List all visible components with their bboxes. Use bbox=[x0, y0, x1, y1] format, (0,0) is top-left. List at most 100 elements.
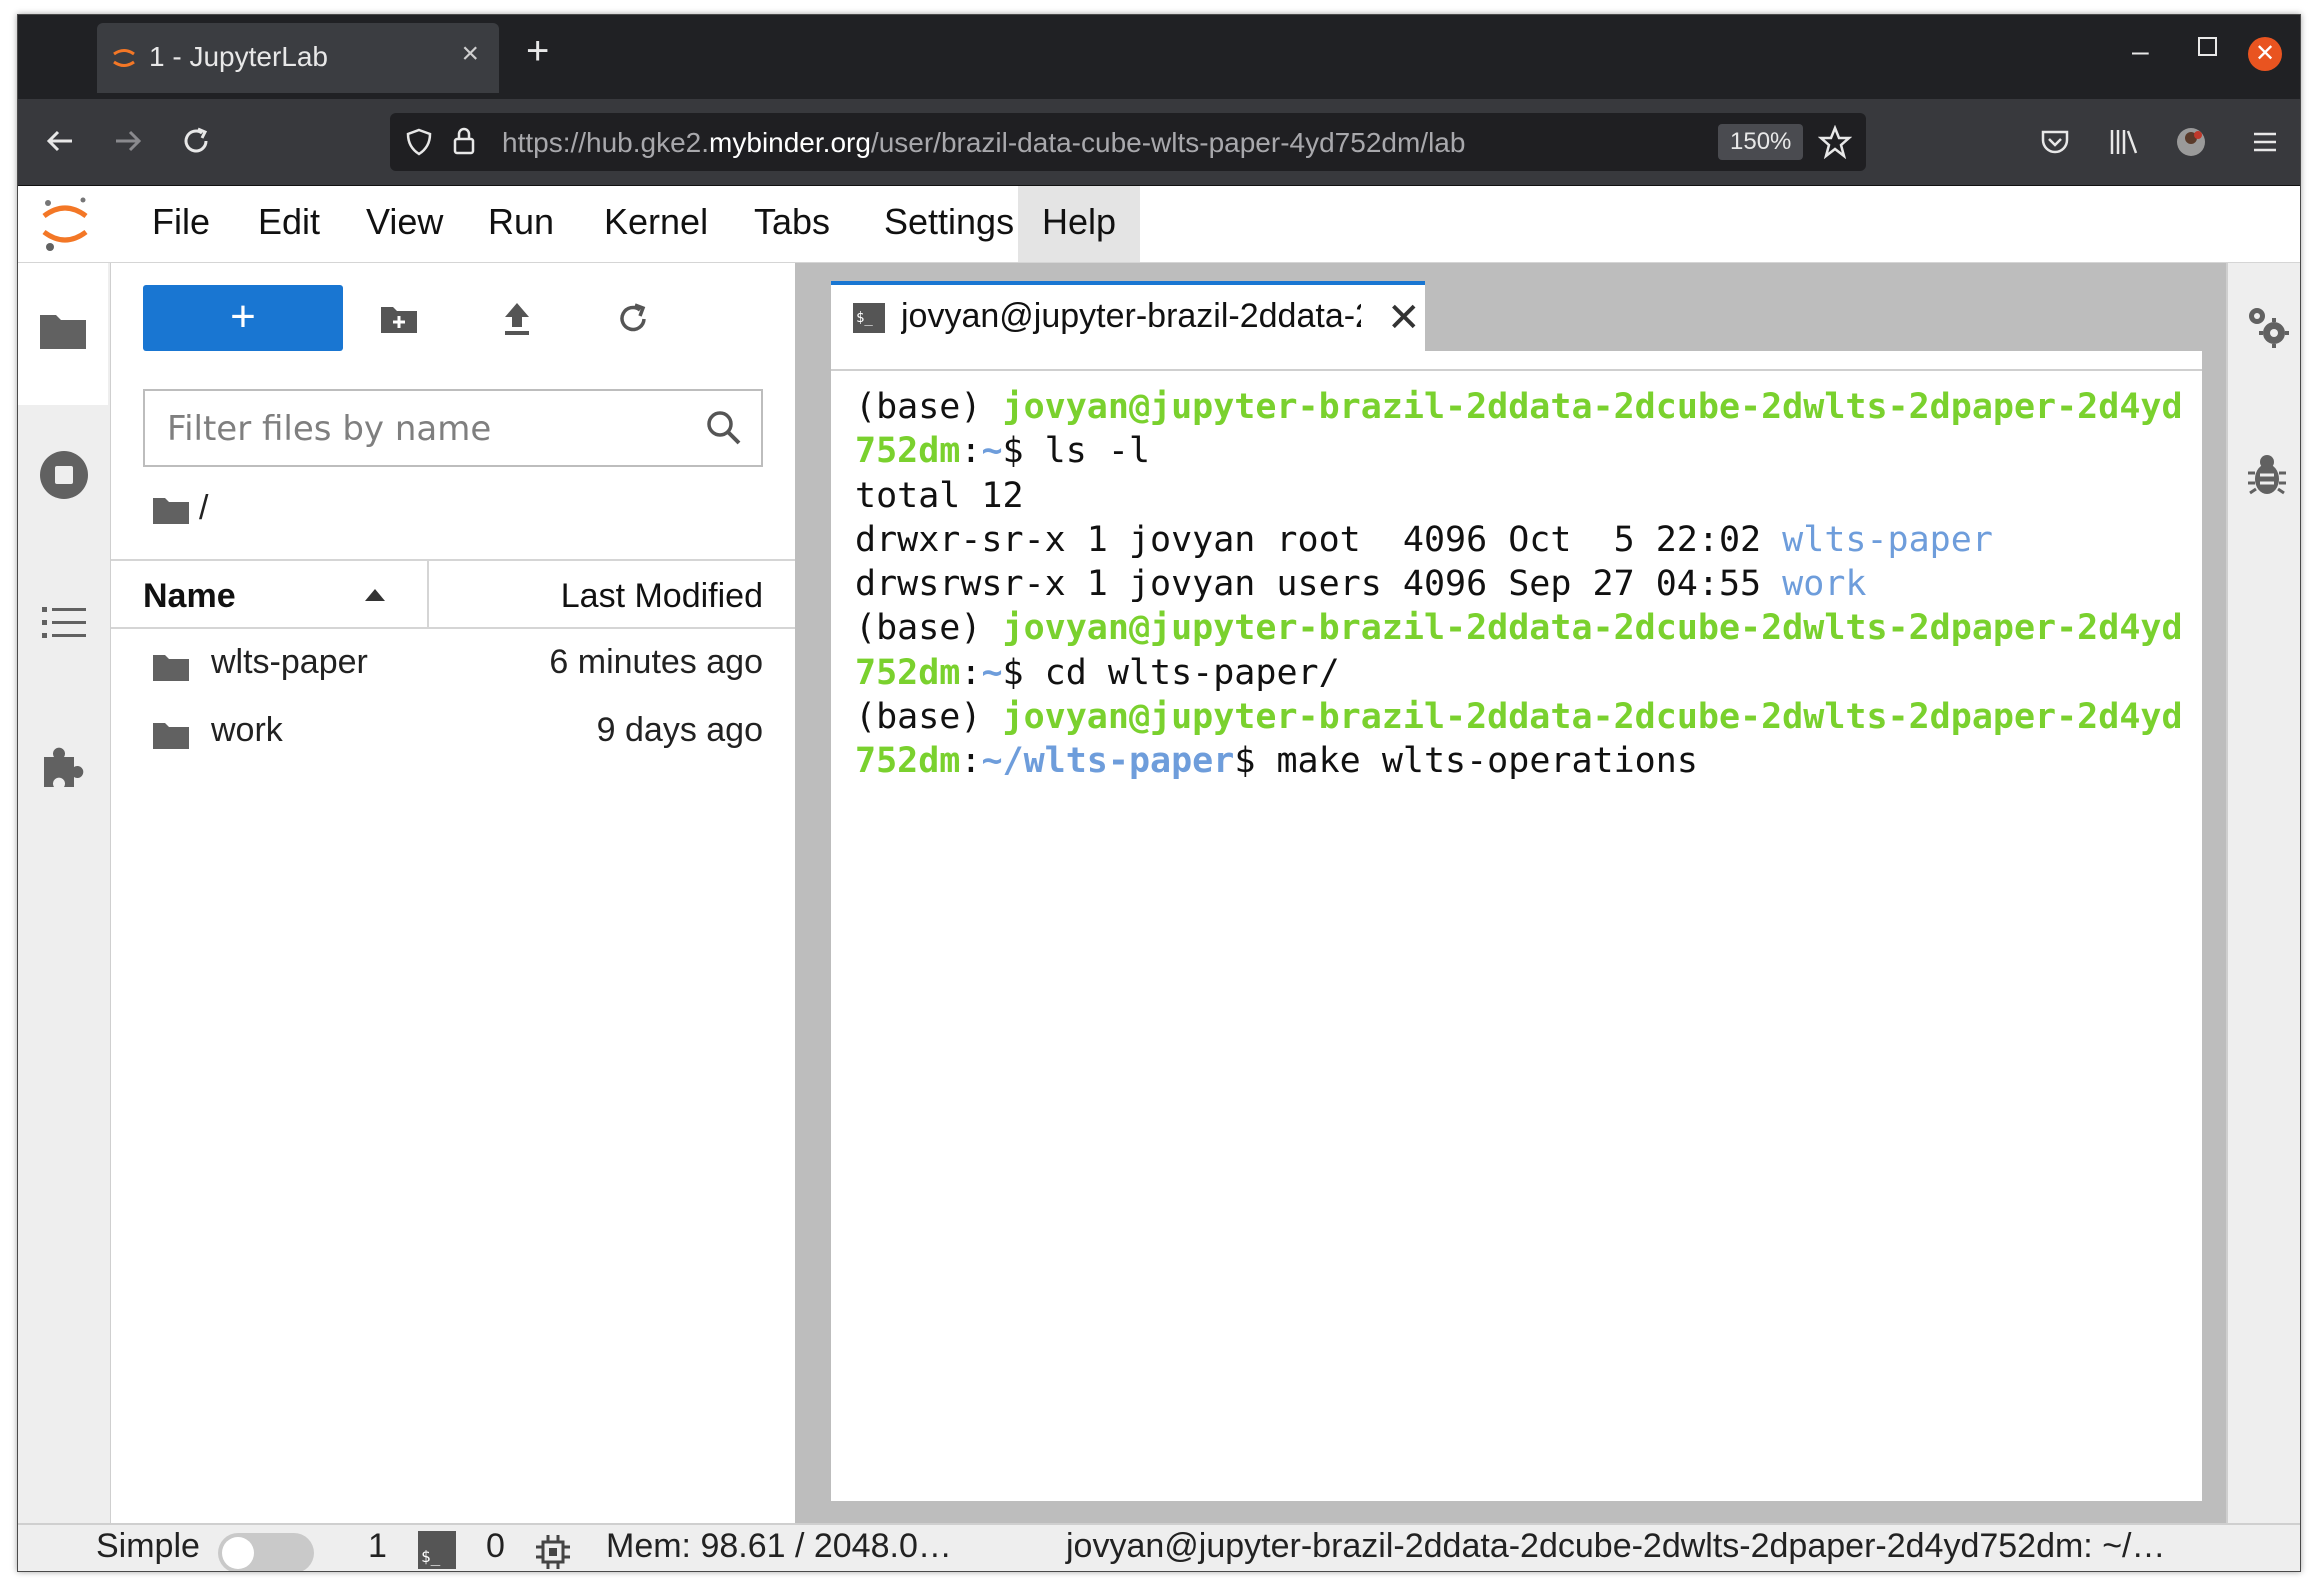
last-modified-column-header[interactable]: Last Modified bbox=[561, 577, 763, 616]
file-browser-tab[interactable] bbox=[18, 263, 108, 405]
right-sidebar bbox=[2226, 263, 2300, 1523]
upload-icon[interactable] bbox=[497, 299, 537, 339]
breadcrumb-root[interactable]: / bbox=[199, 489, 208, 527]
shield-icon[interactable] bbox=[404, 127, 434, 157]
window-close-button[interactable]: ✕ bbox=[2248, 37, 2282, 71]
sort-ascending-icon[interactable] bbox=[365, 589, 385, 601]
hamburger-menu-icon[interactable] bbox=[2250, 127, 2280, 157]
running-sessions-icon[interactable] bbox=[38, 449, 90, 501]
file-name: work bbox=[211, 711, 283, 749]
prompt-env: (base) bbox=[855, 697, 1003, 738]
file-list-header: Name Last Modified bbox=[111, 559, 795, 629]
ls-entry: drwxr-sr-x 1 jovyan root 4096 Oct 5 22:0… bbox=[855, 519, 1783, 560]
browser-tab[interactable]: 1 - JupyterLab × bbox=[97, 23, 499, 93]
menu-view[interactable]: View bbox=[342, 186, 467, 262]
terminal-count[interactable]: 0 bbox=[486, 1527, 505, 1566]
terminal-tab[interactable]: $_ jovyan@jupyter-brazil-2ddata-2dcube-2… bbox=[831, 281, 1425, 351]
browser-tab-title: 1 - JupyterLab bbox=[149, 41, 328, 72]
terminal-tab-label: jovyan@jupyter-brazil-2ddata-2dcube-2dwl… bbox=[901, 297, 1361, 335]
search-icon bbox=[707, 411, 741, 445]
name-column-header[interactable]: Name bbox=[143, 577, 236, 616]
status-bar: Simple 1 $_ 0 Mem: 98.61 / 2048.0… jovya… bbox=[18, 1523, 2300, 1571]
menu-help[interactable]: Help bbox=[1018, 186, 1141, 262]
window-minimize-button[interactable]: – bbox=[2132, 35, 2149, 69]
breadcrumb: / bbox=[151, 489, 208, 528]
jupyter-menubar: File Edit View Run Kernel Tabs Settings … bbox=[18, 186, 2300, 264]
new-folder-icon[interactable] bbox=[379, 299, 419, 339]
prompt-path: ~ bbox=[981, 431, 1003, 472]
kernel-count[interactable]: 1 bbox=[368, 1527, 387, 1566]
forward-arrow-icon[interactable] bbox=[110, 123, 146, 159]
url-path: /user/brazil-data-cube-wlts-paper-4yd752… bbox=[870, 127, 1466, 158]
left-activity-bar bbox=[18, 263, 112, 1523]
refresh-icon[interactable] bbox=[613, 299, 653, 339]
prompt-user-host: 752dm bbox=[855, 652, 961, 693]
cpu-chip-icon bbox=[536, 1535, 570, 1569]
prompt-user-host: jovyan@jupyter-brazil-2ddata-2dcube-2dwl… bbox=[1002, 387, 2183, 427]
jupyter-favicon-icon bbox=[113, 49, 135, 67]
prompt-env: (base) bbox=[855, 387, 1003, 427]
terminal-line: 752dm:~$ ls -l bbox=[855, 431, 1151, 472]
library-icon[interactable] bbox=[2106, 125, 2140, 159]
terminal-line: 752dm:~$ cd wlts-paper/ bbox=[855, 652, 1340, 693]
terminal-panel[interactable]: (base) jovyan@jupyter-brazil-2ddata-2dcu… bbox=[831, 351, 2202, 1501]
new-launcher-button[interactable]: + bbox=[143, 285, 343, 351]
terminal-line: (base) jovyan@jupyter-brazil-2ddata-2dcu… bbox=[855, 385, 2183, 429]
table-of-contents-icon[interactable] bbox=[38, 597, 90, 649]
column-divider[interactable] bbox=[427, 561, 429, 627]
lock-icon[interactable] bbox=[450, 125, 478, 157]
menu-kernel[interactable]: Kernel bbox=[580, 186, 732, 262]
folder-icon bbox=[40, 315, 86, 349]
bookmark-star-icon[interactable] bbox=[1818, 125, 1852, 159]
terminal-tab-close-button[interactable]: ✕ bbox=[1387, 295, 1421, 341]
address-bar[interactable]: https://hub.gke2.mybinder.org/user/brazi… bbox=[390, 113, 1866, 171]
terminal-icon[interactable]: $_ bbox=[418, 1531, 456, 1569]
simple-mode-label: Simple bbox=[96, 1527, 200, 1565]
ls-dir-name: wlts-paper bbox=[1782, 519, 1993, 560]
window-maximize-button[interactable] bbox=[2198, 37, 2217, 56]
prompt-path: ~/wlts-paper bbox=[981, 741, 1235, 782]
menu-run[interactable]: Run bbox=[464, 186, 578, 262]
root-folder-icon[interactable] bbox=[151, 494, 191, 526]
current-path-status: jovyan@jupyter-brazil-2ddata-2dcube-2dwl… bbox=[1066, 1527, 2166, 1565]
file-modified: 9 days ago bbox=[596, 711, 763, 749]
command-text: $ cd wlts-paper/ bbox=[1002, 652, 1340, 693]
terminal-line: drwsrwsr-x 1 jovyan users 4096 Sep 27 04… bbox=[855, 562, 2182, 606]
folder-icon bbox=[153, 723, 189, 749]
prompt-env: (base) bbox=[855, 608, 1003, 649]
account-icon[interactable] bbox=[2172, 123, 2210, 161]
file-filter-input[interactable] bbox=[165, 405, 689, 453]
file-browser-panel: + / Name Last bbox=[111, 263, 795, 1523]
main-dock-area: $_ jovyan@jupyter-brazil-2ddata-2dcube-2… bbox=[797, 263, 2226, 1523]
zoom-level-badge[interactable]: 150% bbox=[1718, 124, 1804, 160]
property-inspector-gears-icon[interactable] bbox=[2244, 303, 2290, 349]
menu-file[interactable]: File bbox=[128, 186, 234, 262]
terminal-line: total 12 bbox=[855, 475, 1024, 516]
terminal-output[interactable]: (base) jovyan@jupyter-brazil-2ddata-2dcu… bbox=[855, 385, 2183, 784]
pocket-icon[interactable] bbox=[2038, 125, 2072, 159]
browser-tab-close-button[interactable]: × bbox=[461, 37, 479, 71]
new-tab-button[interactable]: + bbox=[526, 31, 549, 71]
memory-usage: Mem: 98.61 / 2048.0… bbox=[606, 1527, 952, 1565]
url-prefix: https://hub.gke2. bbox=[502, 127, 710, 158]
simple-mode-toggle[interactable] bbox=[218, 1533, 314, 1571]
file-list-item[interactable]: wlts-paper 6 minutes ago bbox=[111, 631, 795, 697]
terminal-line: (base) jovyan@jupyter-brazil-2ddata-2dcu… bbox=[855, 695, 2183, 739]
back-arrow-icon[interactable] bbox=[42, 123, 78, 159]
ls-entry: drwsrwsr-x 1 jovyan users 4096 Sep 27 04… bbox=[855, 564, 1783, 605]
menu-edit[interactable]: Edit bbox=[234, 186, 344, 262]
browser-navbar: https://hub.gke2.mybinder.org/user/brazi… bbox=[18, 99, 2300, 186]
menu-tabs[interactable]: Tabs bbox=[730, 186, 854, 262]
file-modified: 6 minutes ago bbox=[549, 643, 763, 681]
terminal-line: 752dm:~/wlts-paper$ make wlts-operations bbox=[855, 741, 1698, 782]
url-text: https://hub.gke2.mybinder.org/user/brazi… bbox=[502, 127, 1465, 159]
menu-settings[interactable]: Settings bbox=[860, 186, 1038, 262]
url-domain: mybinder.org bbox=[709, 127, 871, 158]
file-list-item[interactable]: work 9 days ago bbox=[111, 699, 795, 765]
extension-manager-icon[interactable] bbox=[38, 741, 90, 793]
reload-icon[interactable] bbox=[178, 123, 214, 159]
prompt-user-host: 752dm bbox=[855, 431, 961, 472]
file-filter-box bbox=[143, 389, 763, 467]
ls-dir-name: work bbox=[1782, 564, 1867, 605]
debugger-bug-icon[interactable] bbox=[2246, 453, 2288, 499]
